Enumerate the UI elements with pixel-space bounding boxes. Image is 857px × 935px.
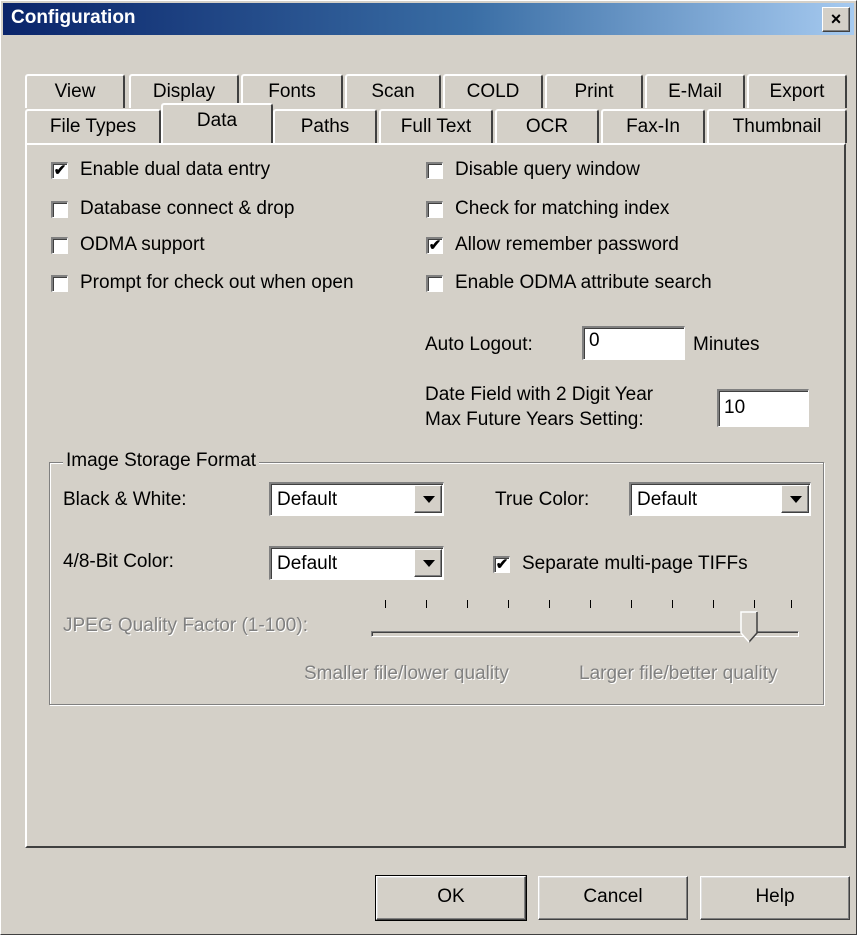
tab-file-types[interactable]: File Types — [25, 109, 161, 143]
checkbox-separate-multipage-tiffs[interactable]: ✔ Separate multi-page TIFFs — [493, 552, 748, 576]
checkmark-icon[interactable]: ✔ — [426, 236, 443, 254]
checkbox-box[interactable] — [51, 200, 68, 218]
checkbox-label: ODMA support — [80, 234, 205, 255]
chevron-down-icon[interactable] — [414, 485, 442, 513]
checkbox-label: Prompt for check out when open — [80, 272, 354, 293]
auto-logout-unit: Minutes — [693, 334, 760, 355]
slider-tick — [590, 600, 591, 608]
checkbox-box[interactable] — [51, 274, 68, 292]
tab-data[interactable]: Data — [161, 103, 273, 143]
checkbox-box[interactable] — [51, 236, 68, 254]
bw-label: Black & White: — [63, 489, 187, 510]
slider-tick — [385, 600, 386, 608]
slider-tick — [631, 600, 632, 608]
help-button[interactable]: Help — [700, 876, 850, 920]
checkbox-box[interactable] — [426, 274, 443, 292]
tab-ocr[interactable]: OCR — [495, 109, 599, 143]
checkbox-label: Enable dual data entry — [80, 159, 271, 180]
checkbox-label: Database connect & drop — [80, 198, 295, 219]
checkbox-label: Allow remember password — [455, 234, 679, 255]
true-color-label: True Color: — [495, 489, 590, 510]
color48-select[interactable]: Default — [269, 546, 444, 580]
max-future-years-input[interactable]: 10 — [717, 389, 809, 427]
checkbox-check-matching-index[interactable]: Check for matching index — [426, 197, 669, 221]
checkbox-allow-remember-password[interactable]: ✔ Allow remember password — [426, 233, 679, 257]
true-color-value: Default — [637, 489, 698, 510]
slider-right-caption: Larger file/better quality — [579, 663, 778, 684]
checkbox-box[interactable] — [426, 161, 443, 179]
true-color-select[interactable]: Default — [629, 482, 811, 516]
tab-thumbnail[interactable]: Thumbnail — [707, 109, 847, 143]
image-storage-title: Image Storage Format — [63, 450, 260, 472]
tab-export[interactable]: Export — [747, 74, 847, 108]
checkbox-label: Separate multi-page TIFFs — [522, 553, 748, 574]
cancel-button[interactable]: Cancel — [538, 876, 688, 920]
tab-print[interactable]: Print — [545, 74, 643, 108]
slider-tick — [467, 600, 468, 608]
close-icon[interactable]: × — [822, 7, 850, 32]
checkbox-label: Enable ODMA attribute search — [455, 272, 712, 293]
checkbox-label: Disable query window — [455, 159, 640, 180]
slider-thumb[interactable] — [740, 611, 758, 643]
configuration-dialog: Configuration × View Display Fonts Scan … — [0, 0, 857, 935]
checkbox-label: Check for matching index — [455, 198, 670, 219]
checkbox-enable-dual-data-entry[interactable]: ✔ Enable dual data entry — [51, 158, 270, 182]
slider-tick — [549, 600, 550, 608]
date-field-label-line1: Date Field with 2 Digit Year — [425, 384, 654, 405]
tab-fax-in[interactable]: Fax-In — [601, 109, 705, 143]
checkbox-box[interactable] — [426, 200, 443, 218]
tab-full-text[interactable]: Full Text — [379, 109, 493, 143]
checkbox-odma-support[interactable]: ODMA support — [51, 233, 205, 257]
tab-scan[interactable]: Scan — [345, 74, 441, 108]
title-bar[interactable]: Configuration × — [3, 3, 854, 35]
checkbox-database-connect-drop[interactable]: Database connect & drop — [51, 197, 294, 221]
tab-view[interactable]: View — [25, 74, 125, 108]
auto-logout-input[interactable]: 0 — [582, 326, 685, 360]
date-field-label-line2: Max Future Years Setting: — [425, 409, 644, 430]
slider-tick — [508, 600, 509, 608]
jpeg-quality-label: JPEG Quality Factor (1-100): — [63, 615, 308, 636]
bw-format-value: Default — [277, 489, 338, 510]
color48-value: Default — [277, 553, 338, 574]
color48-label: 4/8-Bit Color: — [63, 551, 174, 572]
checkmark-icon[interactable]: ✔ — [493, 555, 510, 573]
tab-cold[interactable]: COLD — [443, 74, 543, 108]
tab-email[interactable]: E-Mail — [645, 74, 745, 108]
checkbox-disable-query-window[interactable]: Disable query window — [426, 158, 640, 182]
slider-tick — [426, 600, 427, 608]
auto-logout-label: Auto Logout: — [425, 334, 533, 355]
slider-left-caption: Smaller file/lower quality — [304, 663, 509, 684]
ok-button[interactable]: OK — [375, 875, 527, 921]
checkmark-icon[interactable]: ✔ — [51, 161, 68, 179]
checkbox-enable-odma-attribute-search[interactable]: Enable ODMA attribute search — [426, 271, 712, 295]
checkbox-prompt-check-out[interactable]: Prompt for check out when open — [51, 271, 354, 295]
slider-tick — [791, 600, 792, 608]
chevron-down-icon[interactable] — [414, 549, 442, 577]
slider-tick — [672, 600, 673, 608]
slider-tick — [713, 600, 714, 608]
slider-tick — [754, 600, 755, 608]
bw-format-select[interactable]: Default — [269, 482, 444, 516]
tab-paths[interactable]: Paths — [273, 109, 377, 143]
chevron-down-icon[interactable] — [781, 485, 809, 513]
window-title: Configuration — [11, 7, 136, 28]
slider-track[interactable] — [371, 631, 799, 637]
